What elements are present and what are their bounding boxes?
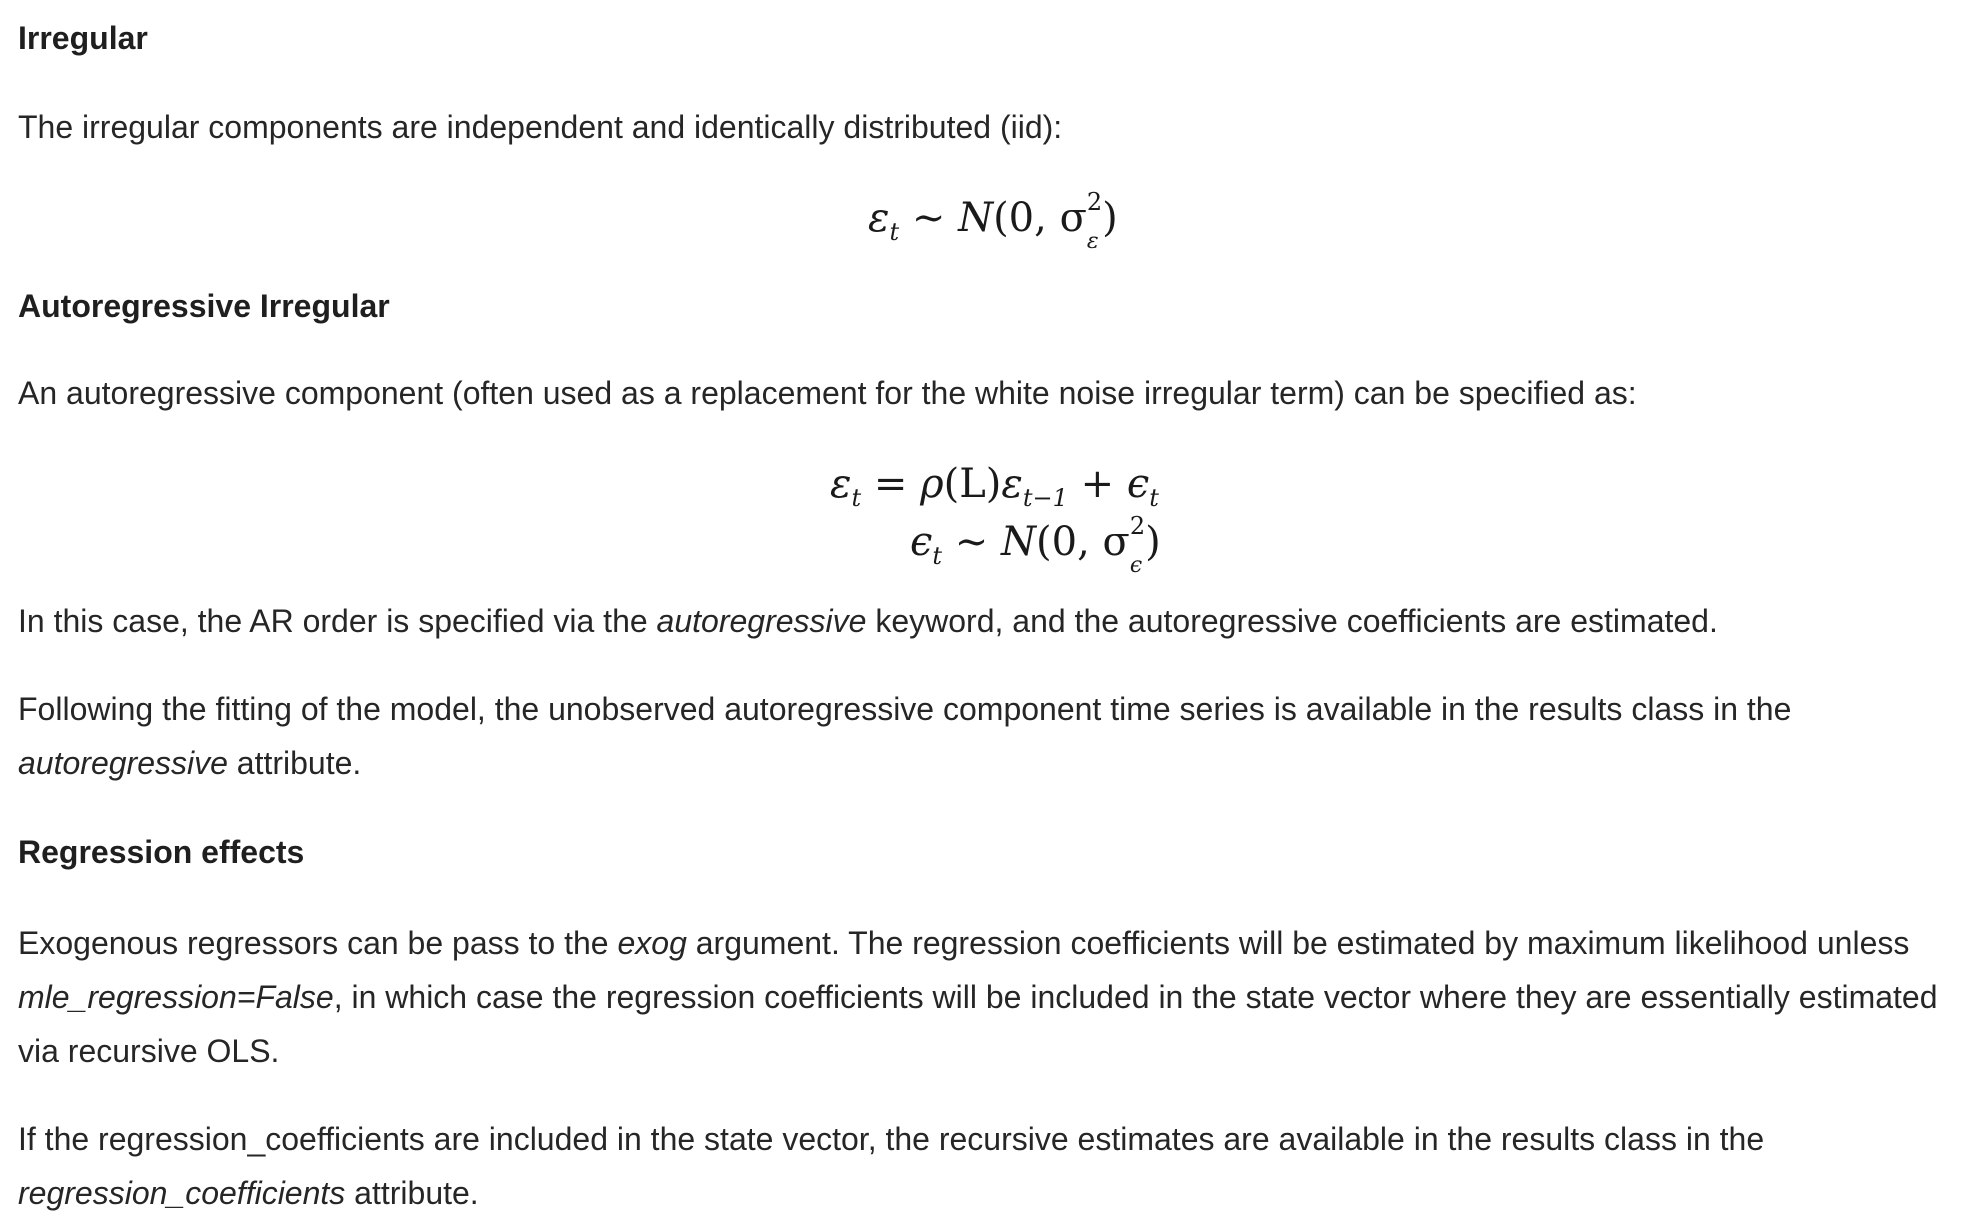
paragraph-ar-results: Following the fitting of the model, the …	[18, 682, 1948, 790]
eq-function: N	[958, 195, 994, 241]
attribute-emphasis: regression_coefficients	[18, 1175, 346, 1211]
eq-symbol: ϵ	[910, 519, 933, 565]
keyword-emphasis: autoregressive	[656, 603, 867, 639]
argument-emphasis: exog	[617, 925, 687, 961]
text: attribute.	[227, 745, 362, 781]
eq-symbol: ρ	[920, 461, 944, 507]
text: argument. The regression coefficients wi…	[686, 925, 1910, 961]
eq-subscript: t	[889, 218, 900, 246]
equation-ar-innovation: ϵt ∼ N(0, σ22ϵ)	[910, 512, 1161, 578]
paragraph-ar-order: In this case, the AR order is specified …	[18, 594, 1948, 648]
eq-relation: ∼	[911, 195, 946, 241]
eq-symbol: ε	[830, 461, 852, 507]
heading-irregular: Irregular	[18, 20, 148, 56]
paragraph-irregular-intro: The irregular components are independent…	[18, 109, 1063, 145]
eq-lag-operator: (L)	[943, 461, 1002, 507]
eq-relation: ∼	[954, 519, 989, 565]
eq-open: (0, σ	[993, 195, 1087, 241]
eq-symbol: ε	[868, 195, 890, 241]
eq-subscript: t−1	[1022, 484, 1068, 512]
equation-irregular-distribution: εt ∼ N(0, σ22ε)	[868, 188, 1118, 254]
text: Following the fitting of the model, the …	[18, 691, 1792, 727]
text: In this case, the AR order is specified …	[18, 603, 657, 639]
paragraph-autoregressive-intro: An autoregressive component (often used …	[18, 375, 1637, 411]
heading-regression-effects: Regression effects	[18, 834, 305, 870]
paragraph-regression-results: If the regression_coefficients are inclu…	[18, 1112, 1948, 1220]
eq-subscript: t	[1149, 484, 1159, 512]
text: attribute.	[345, 1175, 479, 1211]
argument-emphasis: mle_regression=False	[18, 979, 334, 1015]
text: Exogenous regressors can be pass to the	[18, 925, 618, 961]
eq-subscript: ε	[1086, 229, 1099, 254]
eq-close: )	[1145, 519, 1161, 565]
equation-ar-process: εt = ρ(L)εt−1 + ϵt	[830, 456, 1159, 512]
paragraph-regression-intro: Exogenous regressors can be pass to the …	[18, 916, 1948, 1078]
eq-open: (0, σ	[1036, 519, 1130, 565]
eq-symbol: ε	[1001, 461, 1023, 507]
eq-function: N	[1001, 519, 1037, 565]
attribute-emphasis: autoregressive	[18, 745, 228, 781]
eq-plus: +	[1080, 461, 1115, 507]
text: If the regression_coefficients are inclu…	[18, 1121, 1765, 1157]
eq-relation: =	[873, 461, 908, 507]
heading-autoregressive-irregular: Autoregressive Irregular	[18, 288, 390, 324]
eq-close: )	[1102, 195, 1118, 241]
eq-subscript: t	[851, 484, 862, 512]
eq-subscript: ϵ	[1129, 553, 1143, 578]
text: keyword, and the autoregressive coeffici…	[866, 603, 1718, 639]
eq-subscript: t	[932, 542, 943, 570]
